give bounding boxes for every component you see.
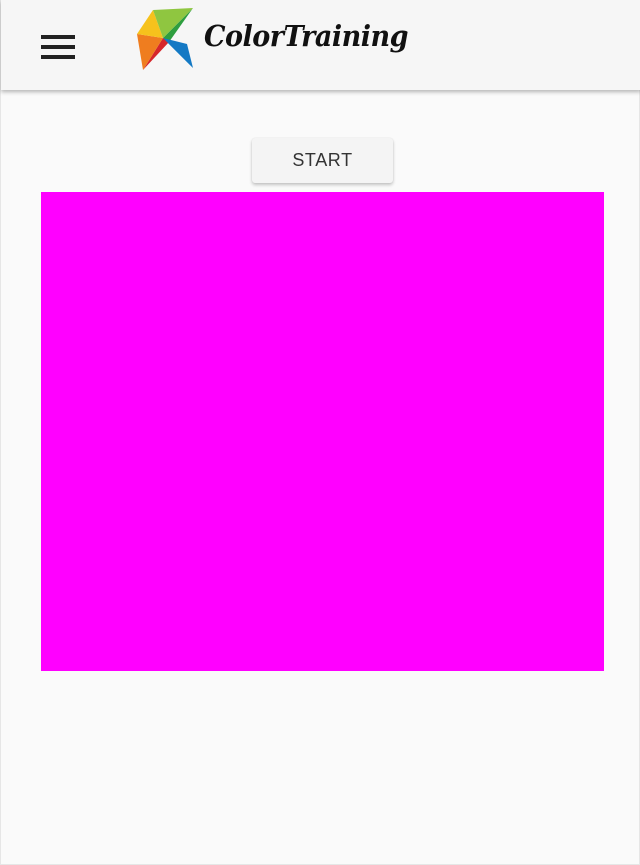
app-bar: ColorTraining [1,0,640,90]
start-button[interactable]: START [252,138,393,183]
app-page: ColorTraining START [0,0,640,865]
multicolor-star-logo-icon [137,8,193,70]
color-swatch [41,192,604,671]
app-title: ColorTraining [204,20,409,54]
menu-button[interactable] [31,25,85,69]
hamburger-menu-icon [41,35,75,59]
